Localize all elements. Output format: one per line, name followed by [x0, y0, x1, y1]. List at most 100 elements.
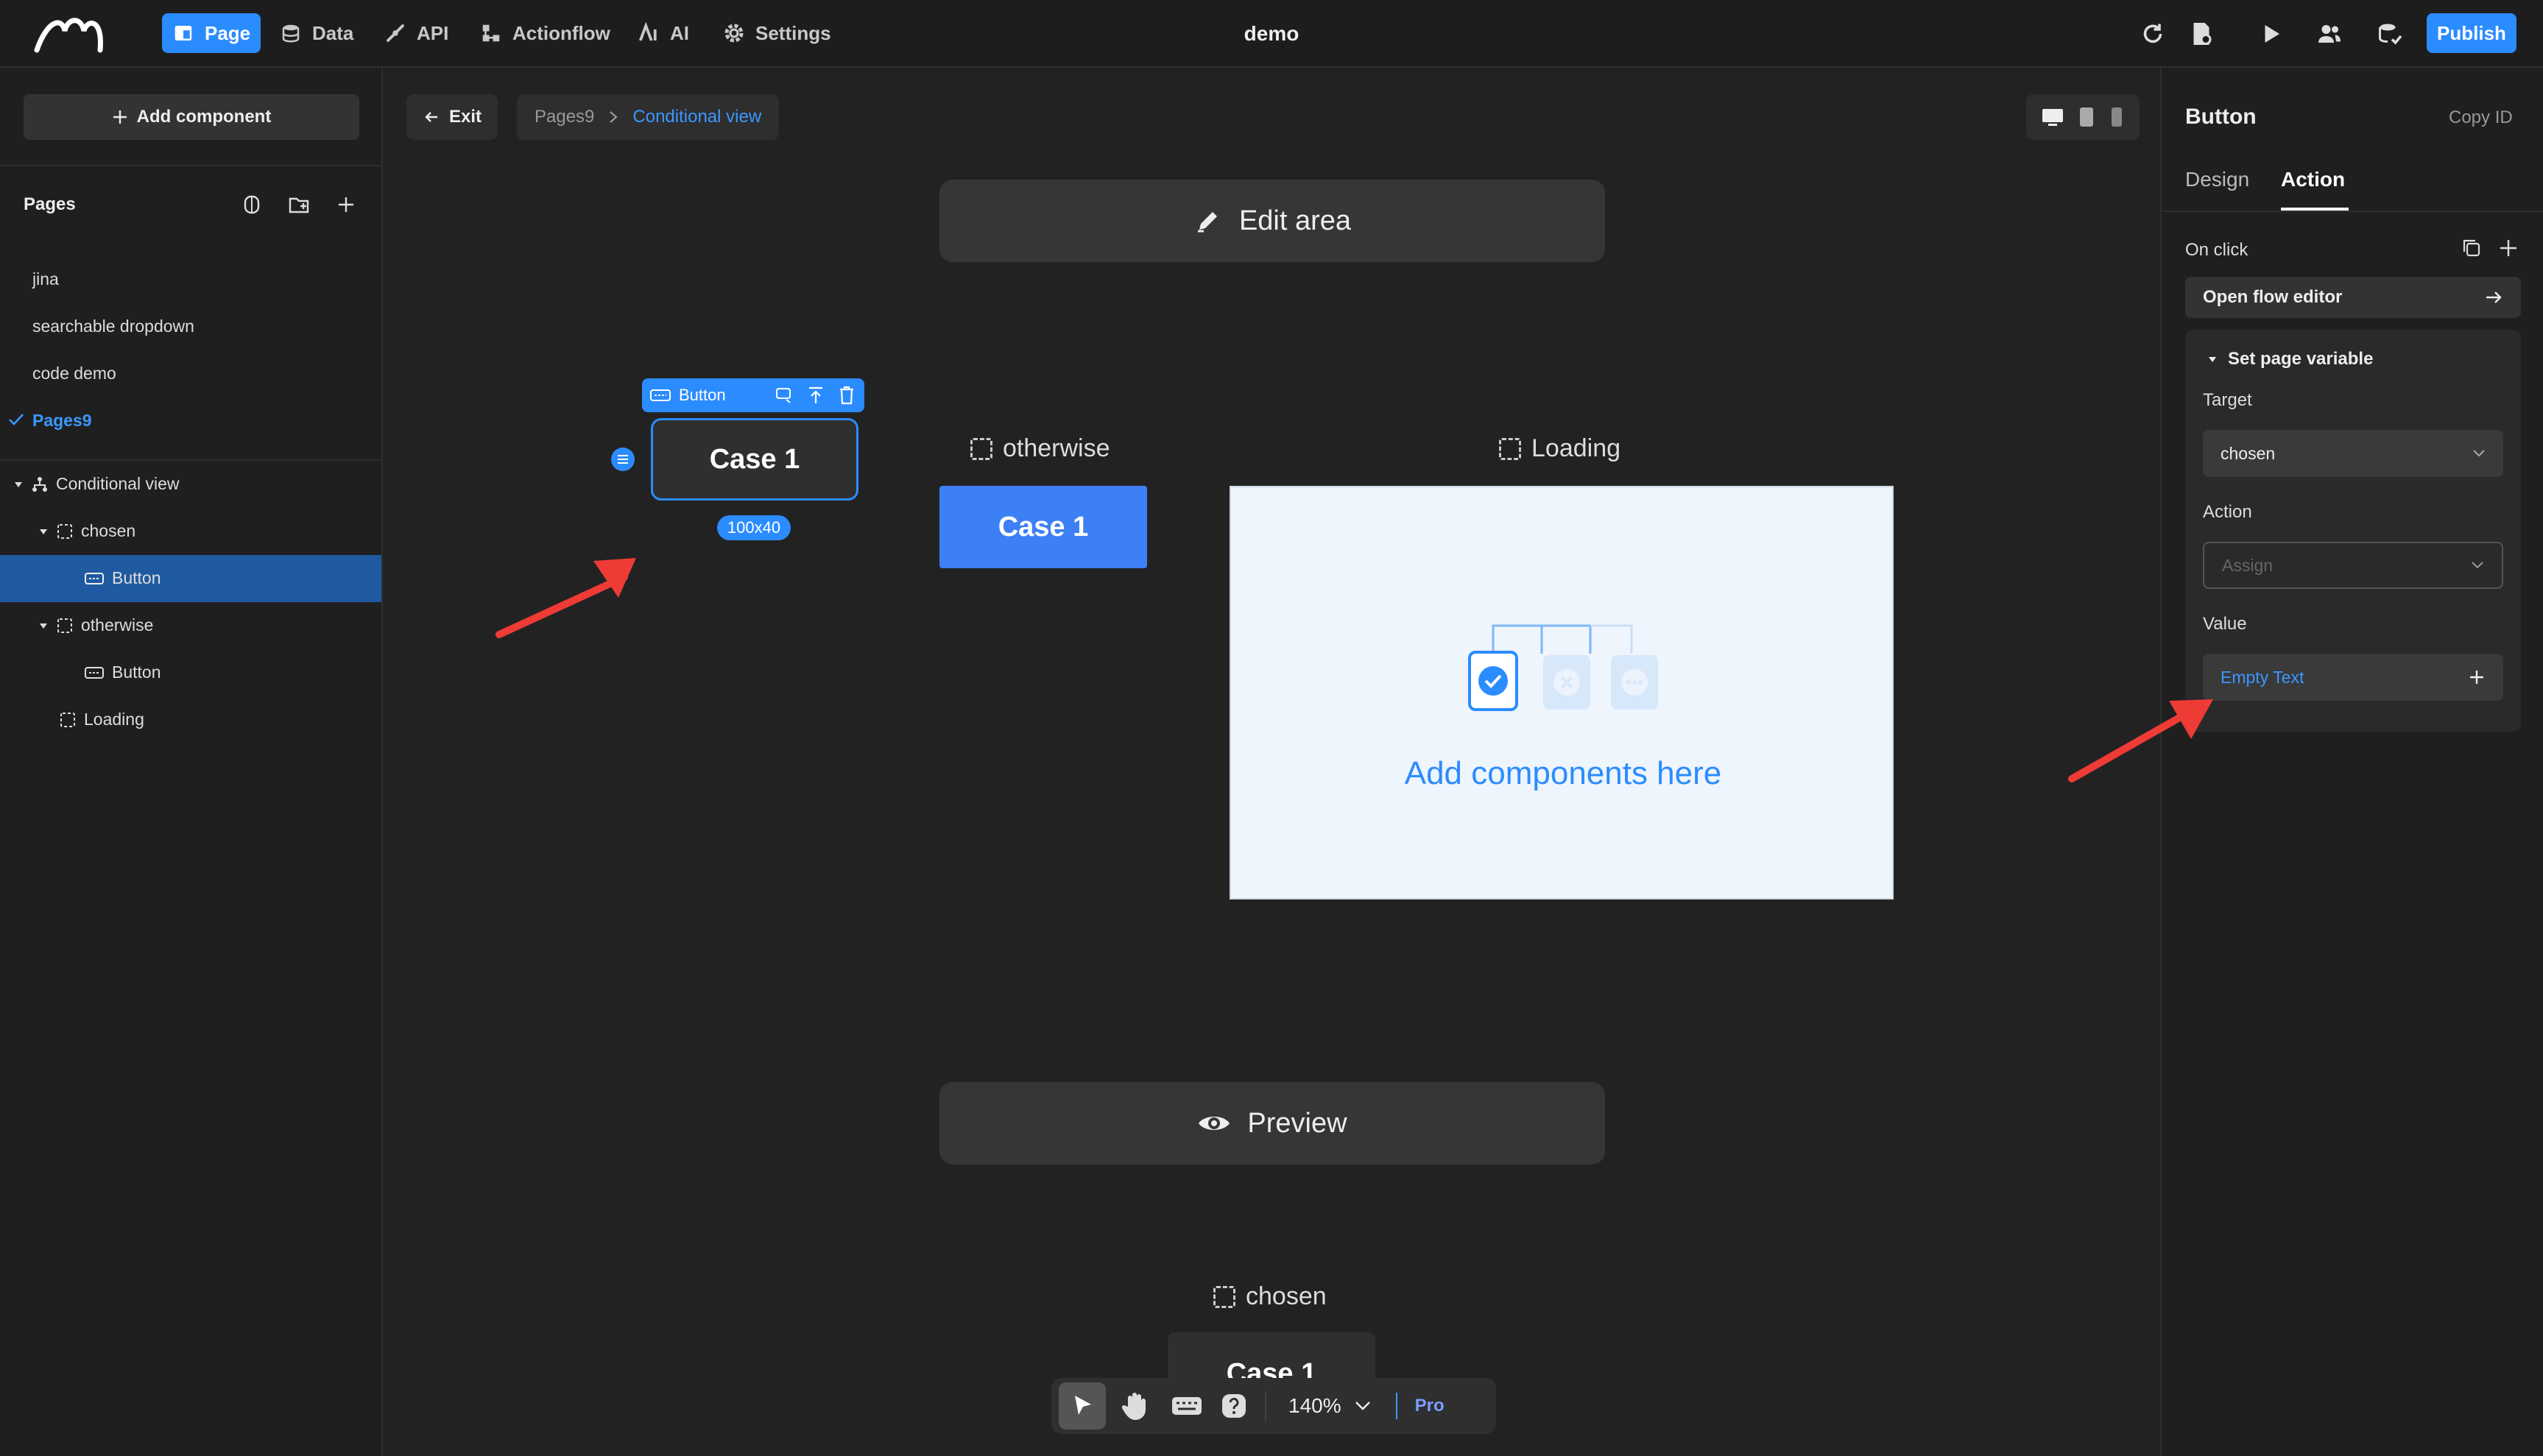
top-bar: Page Data API Actionflow AI Settings dem…: [0, 0, 2543, 68]
pointer-icon[interactable]: [1059, 1382, 1106, 1430]
action-select[interactable]: Assign: [2203, 542, 2503, 589]
page-item-jina[interactable]: jina: [32, 269, 59, 289]
hierarchy-icon: [31, 476, 49, 493]
dashed-box-icon: [56, 617, 74, 635]
page-item-code-demo[interactable]: code demo: [32, 364, 116, 384]
nav-settings[interactable]: Settings: [723, 13, 831, 53]
nav-page[interactable]: Page: [162, 13, 261, 53]
tree-label: Button: [112, 662, 161, 682]
nav-settings-label: Settings: [755, 21, 831, 44]
canvas[interactable]: Exit Pages9 Conditional view Edit area B…: [384, 68, 2159, 1456]
tab-design[interactable]: Design: [2185, 168, 2249, 191]
add-components-text: Add components here: [1404, 755, 1722, 791]
otherwise-case-label: otherwise: [970, 434, 1110, 463]
add-component-label: Add component: [136, 107, 272, 127]
page-item-searchable-dropdown[interactable]: searchable dropdown: [32, 317, 194, 336]
target-select[interactable]: chosen: [2203, 430, 2503, 477]
page-item-pages9[interactable]: Pages9: [32, 411, 92, 431]
copy-icon[interactable]: [2461, 237, 2483, 259]
chosen-case-button[interactable]: Case 1: [651, 418, 858, 501]
breadcrumb-pages9[interactable]: Pages9: [535, 107, 594, 127]
add-action-icon[interactable]: [2497, 237, 2519, 259]
play-icon[interactable]: [2253, 16, 2288, 52]
size-badge: 100x40: [717, 515, 791, 540]
move-top-icon[interactable]: [807, 386, 825, 405]
mobile-icon[interactable]: [2109, 106, 2125, 128]
card-title: Set page variable: [2228, 349, 2374, 369]
divider: [0, 165, 383, 166]
nav-actionflow-label: Actionflow: [512, 21, 610, 44]
value-text: Empty Text: [2221, 667, 2304, 687]
dashed-box-icon: [1213, 1285, 1235, 1308]
button-icon: [84, 570, 105, 587]
tree-item-loading[interactable]: Loading: [59, 710, 144, 729]
document-settings-icon[interactable]: [2184, 16, 2219, 52]
caret-down-icon: [38, 526, 49, 537]
database-check-icon[interactable]: [2372, 16, 2408, 52]
zoom-level[interactable]: 140%: [1288, 1394, 1341, 1418]
otherwise-case-button[interactable]: Case 1: [939, 486, 1147, 568]
tree-item-otherwise[interactable]: otherwise: [38, 615, 153, 635]
value-input[interactable]: Empty Text: [2203, 654, 2503, 701]
add-folder-icon[interactable]: [287, 193, 311, 216]
tree-item-chosen[interactable]: chosen: [38, 521, 135, 541]
project-title: demo: [1244, 22, 1299, 45]
nav-actionflow[interactable]: Actionflow: [480, 13, 610, 53]
users-icon[interactable]: [2312, 16, 2347, 52]
hand-icon[interactable]: [1121, 1390, 1150, 1421]
arrow-right-icon: [2484, 289, 2503, 306]
copy-id-button[interactable]: Copy ID: [2449, 107, 2513, 128]
preview-chosen-label: chosen: [1213, 1282, 1327, 1311]
comment-icon[interactable]: [775, 386, 794, 405]
open-flow-editor-button[interactable]: Open flow editor: [2185, 277, 2521, 318]
tree-item-chosen-button[interactable]: Button: [84, 568, 161, 588]
nav-api[interactable]: API: [384, 13, 448, 53]
chevron-down-icon: [2471, 561, 2484, 570]
loading-case-label: Loading: [1499, 434, 1620, 463]
bottom-toolbar: 140% Pro: [1051, 1378, 1496, 1434]
tab-action[interactable]: Action: [2281, 168, 2345, 191]
tree-selection-highlight: [0, 555, 381, 602]
breadcrumb-conditional-view[interactable]: Conditional view: [632, 107, 761, 127]
tree-label: chosen: [81, 521, 136, 540]
exit-button[interactable]: Exit: [406, 94, 498, 140]
loading-placeholder[interactable]: Add components here: [1230, 486, 1894, 900]
app-logo[interactable]: [32, 13, 113, 54]
on-click-label: On click: [2185, 240, 2249, 260]
desktop-icon[interactable]: [2041, 107, 2064, 127]
pro-badge[interactable]: Pro: [1415, 1396, 1445, 1416]
tree-label: Button: [112, 568, 161, 587]
toolbar-divider: [1395, 1393, 1397, 1419]
trash-icon[interactable]: [838, 386, 856, 405]
nav-data-label: Data: [312, 21, 354, 44]
caret-down-icon: [13, 479, 24, 490]
component-icon[interactable]: [240, 193, 264, 216]
publish-button[interactable]: Publish: [2427, 13, 2516, 53]
chevron-down-icon[interactable]: [1355, 1401, 1371, 1411]
keyboard-icon[interactable]: [1171, 1394, 1203, 1418]
help-icon[interactable]: [1221, 1393, 1247, 1419]
list-handle-icon[interactable]: [611, 448, 635, 471]
nav-ai-label: AI: [670, 21, 689, 44]
tree-item-conditional-view[interactable]: Conditional view: [13, 474, 179, 494]
set-page-variable-card: Set page variable Target chosen Action A…: [2185, 330, 2521, 732]
tree-item-otherwise-button[interactable]: Button: [84, 662, 161, 682]
add-component-button[interactable]: Add component: [24, 94, 359, 140]
nav-data[interactable]: Data: [280, 13, 353, 53]
preview-bar: Preview: [939, 1082, 1605, 1165]
selection-label: Button: [679, 386, 726, 404]
nav-ai[interactable]: AI: [638, 13, 689, 53]
nav-api-label: API: [417, 21, 449, 44]
plus-icon[interactable]: [2468, 668, 2486, 686]
pencil-icon: [1193, 206, 1223, 236]
tablet-icon[interactable]: [2078, 106, 2095, 128]
divider: [2162, 211, 2543, 212]
refresh-icon[interactable]: [2135, 16, 2170, 52]
add-page-icon[interactable]: [334, 193, 358, 216]
add-components-illustration: [1467, 614, 1673, 717]
caret-down-icon: [38, 621, 49, 631]
card-header[interactable]: Set page variable: [2207, 349, 2373, 370]
annotation-arrow-icon: [2068, 699, 2213, 782]
flow-icon: [480, 22, 502, 44]
tree-label: otherwise: [81, 615, 154, 635]
